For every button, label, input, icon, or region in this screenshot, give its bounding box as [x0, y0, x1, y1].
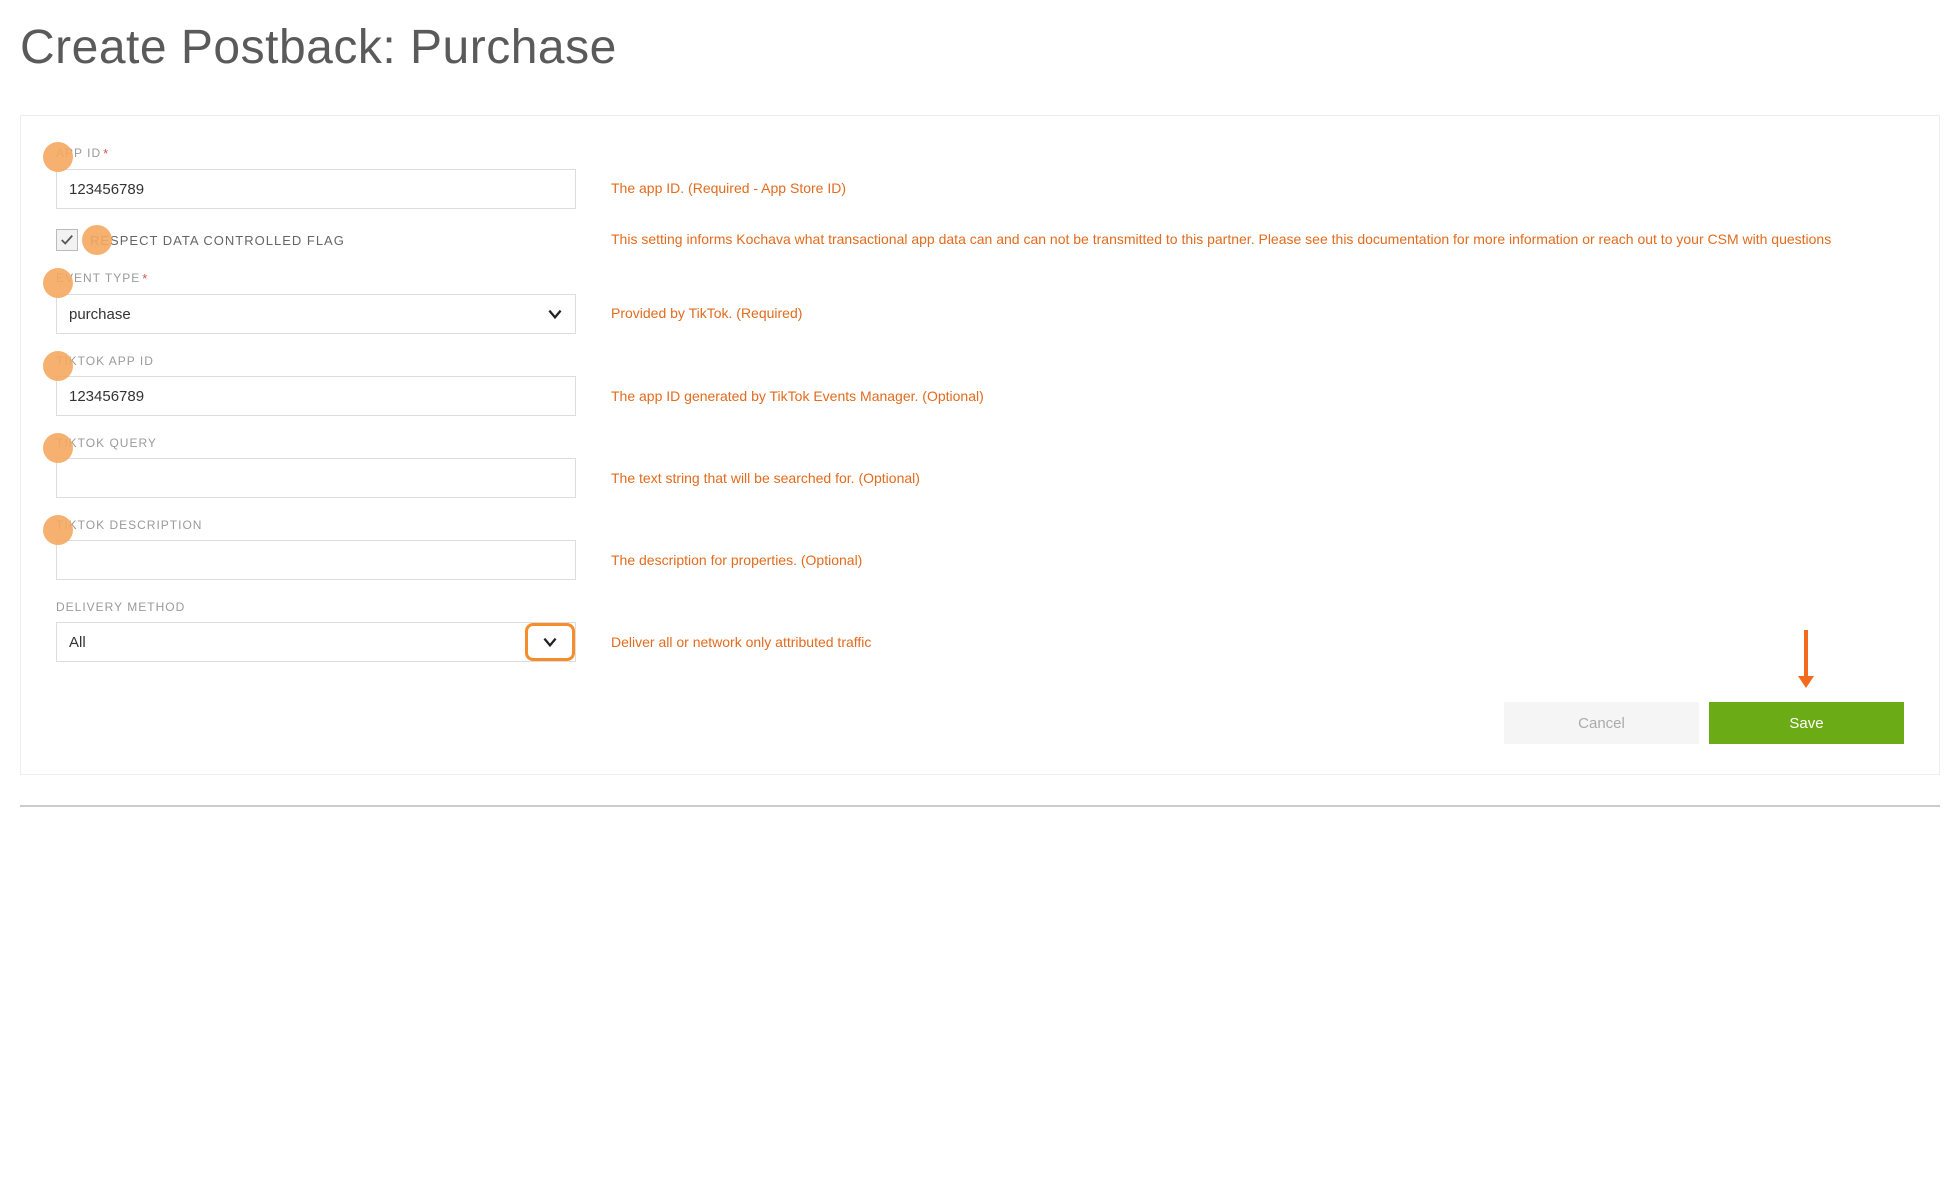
required-star-icon: *: [142, 271, 148, 286]
annotation-dot-icon: [43, 142, 73, 172]
tiktok-app-id-label: TIKTOK APP ID: [56, 354, 576, 368]
cancel-button[interactable]: Cancel: [1504, 702, 1699, 744]
button-row: Cancel Save: [56, 702, 1904, 744]
event-type-help: Provided by TikTok. (Required): [611, 303, 1904, 324]
annotation-dot-icon: [43, 268, 73, 298]
tiktok-query-input[interactable]: [56, 458, 576, 498]
tiktok-description-help: The description for properties. (Optiona…: [611, 550, 1904, 571]
tiktok-description-input[interactable]: [56, 540, 576, 580]
save-button[interactable]: Save: [1709, 702, 1904, 744]
respect-flag-checkbox[interactable]: [56, 229, 78, 251]
row-app-id: APP ID* The app ID. (Required - App Stor…: [56, 146, 1904, 209]
annotation-dot-icon: [82, 225, 112, 255]
app-id-input[interactable]: [56, 169, 576, 209]
tiktok-query-label: TIKTOK QUERY: [56, 436, 576, 450]
row-respect-flag: RESPECT DATA CONTROLLED FLAG This settin…: [56, 229, 1904, 251]
delivery-method-help: Deliver all or network only attributed t…: [611, 632, 1904, 653]
form-container: APP ID* The app ID. (Required - App Stor…: [20, 115, 1940, 775]
annotation-dot-icon: [43, 515, 73, 545]
row-event-type: EVENT TYPE* purchase Provided by TikTok.…: [56, 271, 1904, 334]
respect-flag-label: RESPECT DATA CONTROLLED FLAG: [90, 233, 345, 248]
page-title: Create Postback: Purchase: [20, 20, 1940, 75]
event-type-label: EVENT TYPE*: [56, 271, 576, 286]
app-id-label: APP ID*: [56, 146, 576, 161]
divider: [20, 805, 1940, 807]
tiktok-app-id-help: The app ID generated by TikTok Events Ma…: [611, 386, 1904, 407]
tiktok-app-id-input[interactable]: [56, 376, 576, 416]
annotation-dot-icon: [43, 351, 73, 381]
tiktok-query-help: The text string that will be searched fo…: [611, 468, 1904, 489]
event-type-select[interactable]: purchase: [56, 294, 576, 334]
row-tiktok-query: TIKTOK QUERY The text string that will b…: [56, 436, 1904, 498]
delivery-method-label: DELIVERY METHOD: [56, 600, 576, 614]
row-delivery-method: DELIVERY METHOD All Deliver all or netwo…: [56, 600, 1904, 662]
check-icon: [60, 233, 74, 247]
row-tiktok-app-id: TIKTOK APP ID The app ID generated by Ti…: [56, 354, 1904, 416]
tiktok-description-label: TIKTOK DESCRIPTION: [56, 518, 576, 532]
row-tiktok-description: TIKTOK DESCRIPTION The description for p…: [56, 518, 1904, 580]
app-id-help: The app ID. (Required - App Store ID): [611, 178, 1904, 199]
required-star-icon: *: [103, 146, 109, 161]
respect-flag-help: This setting informs Kochava what transa…: [611, 229, 1904, 250]
delivery-method-select[interactable]: All: [56, 622, 576, 662]
annotation-dot-icon: [43, 433, 73, 463]
